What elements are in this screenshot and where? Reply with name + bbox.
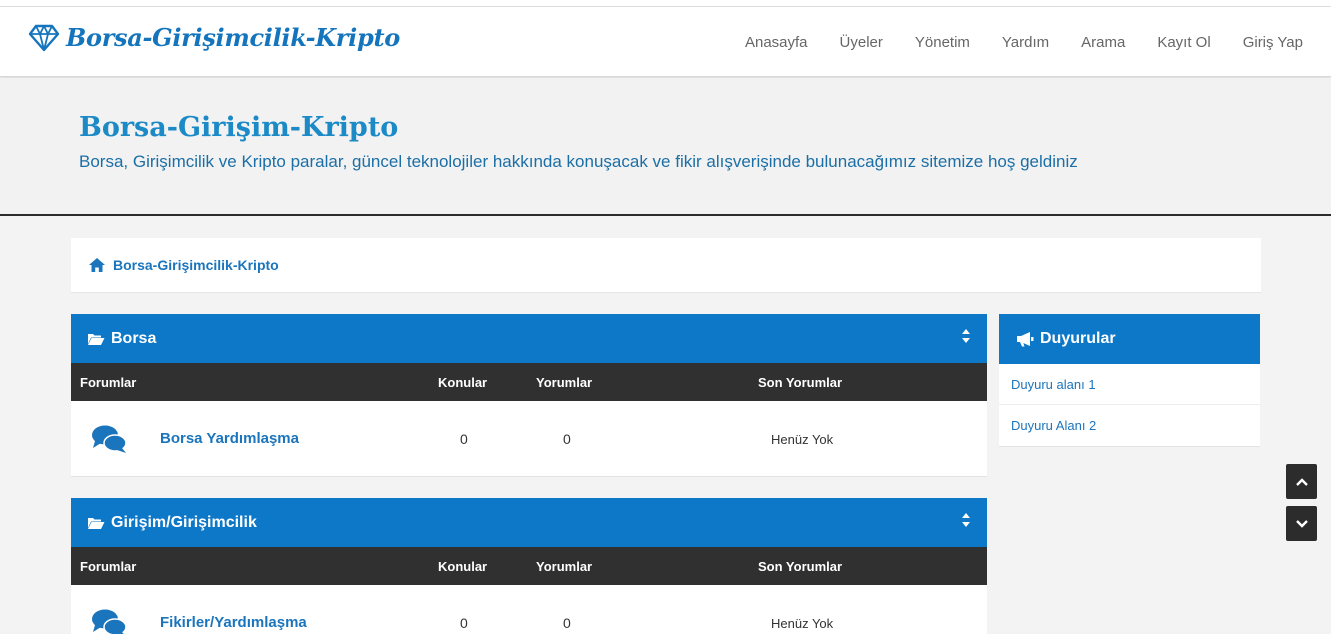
forum-last-comment: Henüz Yok [771, 432, 834, 447]
chevron-up-icon [1295, 477, 1308, 486]
forum-topics-count: 0 [460, 431, 468, 447]
category-borsa: Borsa Forumlar Konular Yorumlar Son Yoru… [71, 314, 987, 477]
breadcrumb-home-link[interactable]: Borsa-Girişimcilik-Kripto [113, 257, 279, 273]
folder-open-icon [88, 333, 105, 345]
column-headers: Forumlar Konular Yorumlar Son Yorumlar [71, 363, 987, 401]
hero-banner: Borsa-Girişim-Kripto Borsa, Girişimcilik… [0, 78, 1331, 216]
nav-item-kayit-ol[interactable]: Kayıt Ol [1157, 34, 1210, 51]
scroll-bottom-button[interactable] [1286, 506, 1317, 541]
folder-open-icon [88, 517, 105, 529]
brand-name: Borsa-Girişimcilik-Kripto [66, 23, 400, 52]
nav-item-anasayfa[interactable]: Anasayfa [745, 34, 808, 51]
announcement-link[interactable]: Duyuru Alanı 2 [999, 405, 1260, 446]
col-forums: Forumlar [80, 559, 137, 574]
col-topics: Konular [438, 559, 488, 574]
home-icon[interactable] [88, 257, 106, 273]
breadcrumb: Borsa-Girişimcilik-Kripto [71, 238, 1261, 293]
forum-last-comment: Henüz Yok [771, 616, 834, 631]
forum-comments-count: 0 [563, 615, 571, 631]
forum-row: Borsa Yardımlaşma 0 0 Henüz Yok [71, 401, 987, 477]
col-last-comments: Son Yorumlar [758, 559, 843, 574]
hero-subtitle: Borsa, Girişimcilik ve Kripto paralar, g… [79, 152, 1078, 171]
top-strip [0, 0, 1331, 7]
forum-link[interactable]: Borsa Yardımlaşma [160, 430, 299, 447]
sort-toggle-icon[interactable] [961, 328, 971, 344]
category-title: Girişim/Girişimcilik [111, 513, 257, 531]
col-comments: Yorumlar [536, 559, 593, 574]
category-title: Borsa [111, 329, 157, 347]
column-headers: Forumlar Konular Yorumlar Son Yorumlar [71, 547, 987, 585]
col-topics: Konular [438, 375, 488, 390]
col-last-comments: Son Yorumlar [758, 375, 843, 390]
forum-topics-count: 0 [460, 615, 468, 631]
col-comments: Yorumlar [536, 375, 593, 390]
diamond-icon [28, 24, 60, 51]
nav-item-arama[interactable]: Arama [1081, 34, 1125, 51]
chevron-down-icon [1295, 519, 1308, 528]
forum-comments-count: 0 [563, 431, 571, 447]
sort-toggle-icon[interactable] [961, 512, 971, 528]
announcements-panel: Duyurular Duyuru alanı 1 Duyuru Alanı 2 [999, 314, 1260, 447]
forum-link[interactable]: Fikirler/Yardımlaşma [160, 614, 307, 631]
col-forums: Forumlar [80, 375, 137, 390]
navbar: Borsa-Girişimcilik-Kripto Anasayfa Üyele… [0, 7, 1331, 77]
megaphone-icon [1017, 332, 1034, 347]
scroll-top-button[interactable] [1286, 464, 1317, 499]
nav-item-uyeler[interactable]: Üyeler [840, 34, 883, 51]
announcements-header: Duyurular [999, 314, 1260, 364]
announcement-link[interactable]: Duyuru alanı 1 [999, 364, 1260, 405]
nav-item-yonetim[interactable]: Yönetim [915, 34, 970, 51]
category-header: Girişim/Girişimcilik [71, 498, 987, 547]
category-girisim: Girişim/Girişimcilik Forumlar Konular Yo… [71, 498, 987, 634]
hero-title: Borsa-Girişim-Kripto [79, 112, 399, 143]
brand-link[interactable]: Borsa-Girişimcilik-Kripto [28, 23, 400, 52]
nav-item-yardim[interactable]: Yardım [1002, 34, 1049, 51]
category-header: Borsa [71, 314, 987, 363]
comments-icon [92, 425, 127, 453]
comments-icon [92, 609, 127, 634]
nav-item-giris-yap[interactable]: Giriş Yap [1243, 34, 1303, 51]
main-nav: Anasayfa Üyeler Yönetim Yardım Arama Kay… [713, 7, 1303, 77]
announcements-title: Duyurular [1040, 330, 1116, 347]
forum-row: Fikirler/Yardımlaşma 0 0 Henüz Yok [71, 585, 987, 634]
